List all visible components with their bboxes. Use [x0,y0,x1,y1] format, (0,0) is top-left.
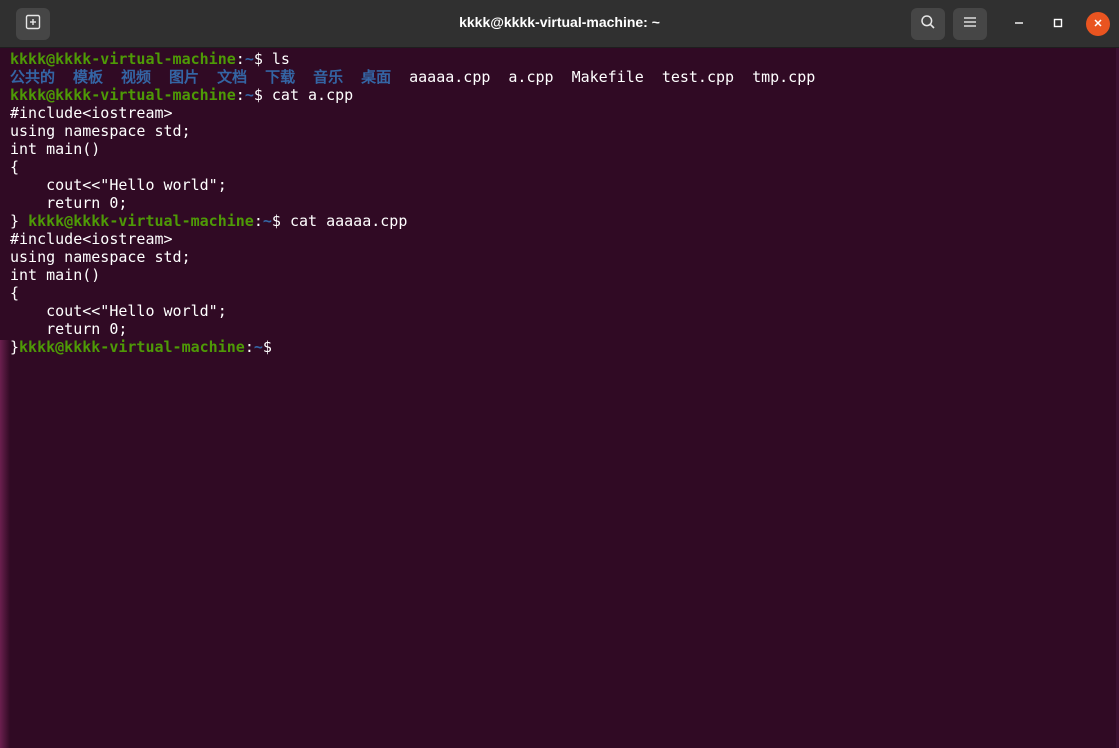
terminal-output[interactable]: kkkk@kkkk-virtual-machine:~$ ls 公共的 模板 视频图… [0,48,1119,748]
prompt-user: kkkk@kkkk-virtual-machine [10,86,236,104]
close-button[interactable] [1086,12,1110,36]
file-line: cout<<"Hello world"; [10,302,227,320]
prompt-dollar: $ [271,212,281,230]
command-text: ls [262,50,290,68]
file-line: int main() [10,140,101,158]
prompt-user: kkkk@kkkk-virtual-machine [10,50,236,68]
ls-dir-item: 图片 [169,68,200,86]
minimize-button[interactable] [1007,12,1031,36]
prompt-dollar: $ [253,86,263,104]
desktop-edge-glow [0,340,10,748]
prompt-colon: : [253,212,263,230]
menu-button[interactable] [953,8,987,40]
maximize-button[interactable] [1046,12,1070,36]
prompt-path: ~ [244,86,254,104]
command-text: cat a.cpp [262,86,354,104]
file-end-brace: } [10,338,20,356]
prompt-path: ~ [262,212,272,230]
prompt-colon: : [235,86,245,104]
ls-output-line: 公共的 模板 视频 图片 文档 下载 音乐 桌面 aaaaa.cpp a.cpp Makefile t… [10,68,1119,86]
close-icon [1093,15,1103,33]
ls-dir-item: 下载 [265,68,296,86]
prompt-dollar: $ [253,50,263,68]
title-bar: kkkk@kkkk-virtual-machine: ~ [0,0,1119,48]
prompt-user: kkkk@kkkk-virtual-machine [28,212,254,230]
file-line: return 0; [10,194,128,212]
ls-file-item: tmp.cpp [752,68,816,86]
file-line: { [10,284,20,302]
file-line: #include<iostream> [10,230,173,248]
ls-dir-item: 音乐 [313,68,344,86]
ls-file-item: aaaaa.cpp [409,68,491,86]
prompt-path: ~ [244,50,254,68]
ls-dir-item: 公共的 [10,68,56,86]
file-line: return 0; [10,320,128,338]
file-line: using namespace std; [10,122,191,140]
command-text: cat aaaaa.cpp [280,212,408,230]
prompt-colon: : [244,338,254,356]
ls-dir-item: 模板 [73,68,104,86]
file-line: { [10,158,20,176]
ls-file-item: test.cpp [661,68,735,86]
prompt-path: ~ [253,338,263,356]
prompt-line-cat-aaaaa: } kkkk@kkkk-virtual-machine:~$ cat aaaaa… [10,212,1119,230]
prompt-dollar: $ [262,338,272,356]
file-end-brace: } [10,212,29,230]
file-line: int main() [10,266,101,284]
window-title: kkkk@kkkk-virtual-machine: ~ [459,14,660,30]
file-line: cout<<"Hello world"; [10,176,227,194]
ls-file-item: Makefile [571,68,644,86]
search-icon [920,14,936,35]
hamburger-menu-icon [963,15,977,33]
minimize-icon [1014,15,1024,33]
search-button[interactable] [911,8,945,40]
terminal-window: kkkk@kkkk-virtual-machine: ~ kkkk@kkkk-v… [0,0,1119,748]
ls-dir-item: 桌面 [361,68,392,86]
file-line: #include<iostream> [10,104,173,122]
ls-dir-item: 视频 [121,68,152,86]
ls-dir-item: 文档 [217,68,248,86]
prompt-line-final: }kkkk@kkkk-virtual-machine:~$ [10,338,1119,356]
prompt-line-ls: kkkk@kkkk-virtual-machine:~$ ls [10,50,1119,68]
ls-file-item: a.cpp [508,68,554,86]
prompt-line-cat-a: kkkk@kkkk-virtual-machine:~$ cat a.cpp [10,86,1119,104]
file-line: using namespace std; [10,248,191,266]
prompt-colon: : [235,50,245,68]
maximize-icon [1053,15,1063,33]
prompt-user: kkkk@kkkk-virtual-machine [19,338,245,356]
